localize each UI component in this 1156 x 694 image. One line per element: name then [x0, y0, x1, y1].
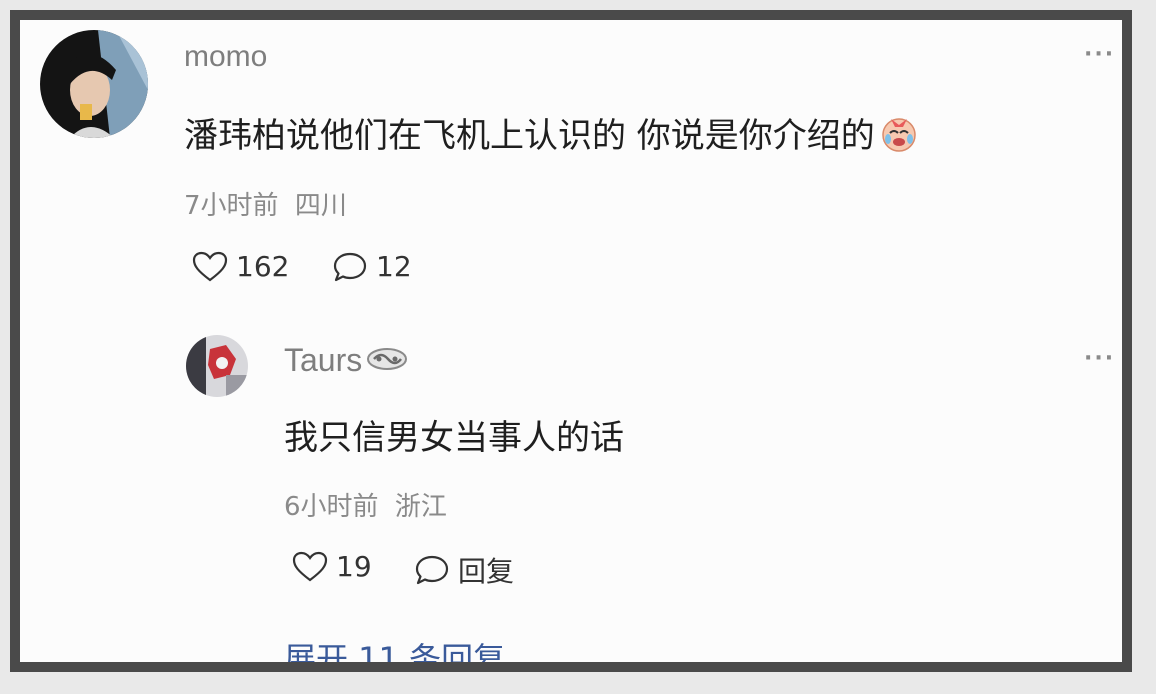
like-count: 162 — [236, 250, 290, 283]
reply-username-row: Taurs — [284, 342, 408, 379]
image-frame: momo ··· 潘玮柏说他们在飞机上认识的 你说是你介绍的 7小时前 四川 1… — [10, 10, 1132, 672]
reply-time: 6小时前 — [284, 492, 379, 522]
reply-like-count: 19 — [336, 550, 372, 583]
crying-laughing-face-icon — [879, 113, 919, 153]
comment-location: 四川 — [294, 191, 347, 221]
comment-bubble-icon — [333, 252, 367, 281]
reply-like-button[interactable]: 19 — [292, 550, 372, 583]
reply-meta: 6小时前 浙江 — [284, 486, 447, 523]
heart-icon — [192, 251, 228, 281]
avatar[interactable] — [40, 30, 148, 138]
reply-count-button[interactable]: 12 — [332, 250, 412, 283]
reply-label: 回复 — [458, 555, 515, 588]
comment-text-row: 潘玮柏说他们在飞机上认识的 你说是你介绍的 — [184, 108, 919, 157]
reply-more-options-icon[interactable]: ··· — [1084, 346, 1115, 371]
comment-time: 7小时前 — [184, 191, 279, 221]
comment-text: 潘玮柏说他们在飞机上认识的 你说是你介绍的 — [184, 116, 875, 156]
reply-button[interactable]: 回复 — [414, 550, 514, 590]
comment-bubble-icon — [415, 555, 449, 585]
comment-username[interactable]: momo — [184, 40, 267, 74]
reply-count: 12 — [376, 250, 412, 283]
like-button[interactable]: 162 — [192, 250, 289, 283]
more-options-icon[interactable]: ··· — [1084, 42, 1115, 67]
heart-icon — [292, 551, 328, 581]
reply-avatar[interactable] — [186, 335, 248, 397]
reply-location: 浙江 — [394, 492, 447, 522]
user-badge-icon — [366, 342, 408, 379]
reply-username[interactable]: Taurs — [284, 342, 362, 379]
comment-card: momo ··· 潘玮柏说他们在飞机上认识的 你说是你介绍的 7小时前 四川 1… — [20, 20, 1122, 662]
comment-meta: 7小时前 四川 — [184, 185, 347, 222]
reply-text: 我只信男女当事人的话 — [284, 418, 624, 458]
expand-replies-link[interactable]: 展开 11 条回复 — [284, 634, 505, 662]
